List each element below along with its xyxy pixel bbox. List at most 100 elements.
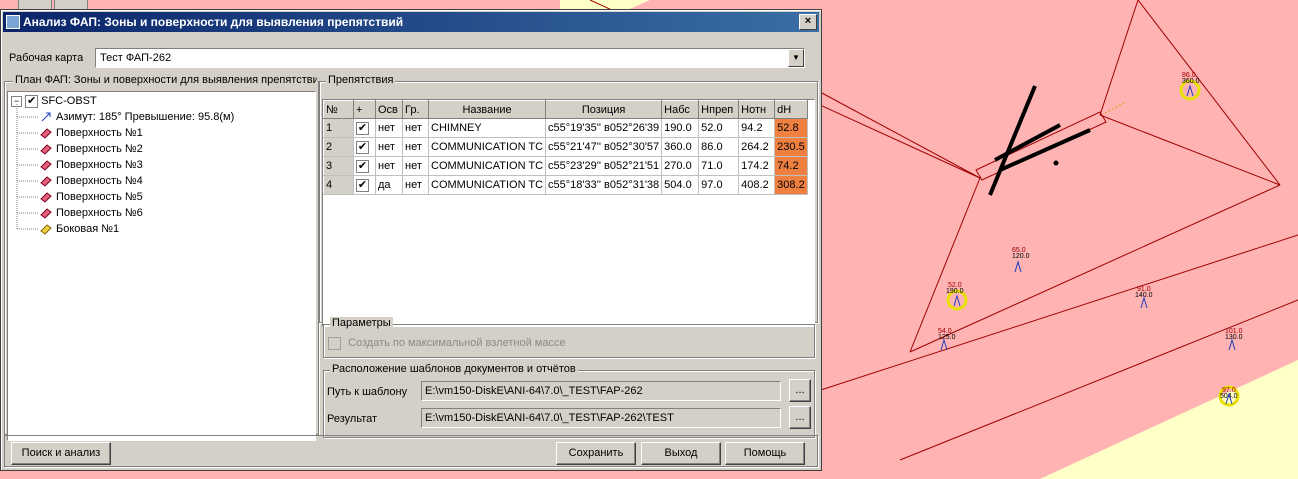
row-checkbox[interactable]: ✔ — [353, 175, 376, 195]
chevron-down-icon[interactable]: ▼ — [788, 49, 804, 67]
col-header-position[interactable]: Позиция — [545, 100, 663, 119]
cell-hprep: 52.0 — [698, 118, 740, 138]
result-path-field[interactable]: E:\vm150-DiskE\ANI-64\7.0\_TEST\FAP-262\… — [421, 408, 781, 428]
tree-item-label: Поверхность №1 — [56, 127, 143, 139]
tree-item-surface-3[interactable]: Поверхность №3 — [40, 157, 143, 173]
row-number: 3 — [323, 156, 354, 176]
cell-group: нет — [402, 156, 429, 176]
tree-item-surface-4[interactable]: Поверхность №4 — [40, 173, 143, 189]
row-checkbox[interactable]: ✔ — [353, 156, 376, 176]
browse-result-button[interactable]: ... — [789, 406, 811, 429]
work-map-value: Тест ФАП-262 — [100, 52, 172, 64]
cell-name: CHIMNEY — [428, 118, 547, 138]
cell-name: COMMUNICATION TC — [428, 137, 547, 157]
obstacles-table[interactable]: № + Осв Гр. Название Позиция Набс Нпреп … — [322, 99, 815, 327]
row-checkbox[interactable]: ✔ — [353, 137, 376, 157]
svg-text:360.0: 360.0 — [1182, 78, 1200, 85]
col-header-dh[interactable]: dH — [774, 100, 808, 119]
table-row[interactable]: 1 ✔ нет нет CHIMNEY с55°19'35'' в052°26'… — [323, 118, 808, 138]
tree-item-surface-5[interactable]: Поверхность №5 — [40, 189, 143, 205]
svg-text:190.0: 190.0 — [946, 288, 964, 295]
dialog-title-bar[interactable]: Анализ ФАП: Зоны и поверхности для выявл… — [3, 12, 819, 32]
tree-item-azimuth[interactable]: Азимут: 185° Превышение: 95.8(м) — [40, 109, 234, 125]
tree-item-label: Поверхность №3 — [56, 159, 143, 171]
max-weight-label: Создать по максимальной взлетной массе — [348, 337, 566, 350]
table-row[interactable]: 2 ✔ нет нет COMMUNICATION TC с55°21'47''… — [323, 137, 808, 157]
tree-item-surface-1[interactable]: Поверхность №1 — [40, 125, 143, 141]
cell-lit: нет — [375, 137, 403, 157]
col-header-number[interactable]: № — [323, 100, 354, 119]
cell-name: COMMUNICATION TC — [428, 175, 547, 195]
cell-hotn: 264.2 — [738, 137, 776, 157]
cell-position: с55°23'29'' в052°21'51 — [545, 156, 663, 176]
tree-item-label: Поверхность №4 — [56, 175, 143, 187]
cell-habs: 190.0 — [661, 118, 700, 138]
row-number: 2 — [323, 137, 354, 157]
cell-hprep: 97.0 — [698, 175, 740, 195]
cell-dh: 230.5 — [774, 137, 808, 157]
svg-text:120.0: 120.0 — [1012, 253, 1030, 260]
close-button[interactable]: × — [799, 14, 817, 30]
search-analyze-button[interactable]: Поиск и анализ — [11, 442, 111, 465]
cell-hprep: 71.0 — [698, 156, 740, 176]
browse-template-button[interactable]: ... — [789, 379, 811, 402]
cell-hotn: 408.2 — [738, 175, 776, 195]
cell-habs: 504.0 — [661, 175, 700, 195]
cell-hotn: 174.2 — [738, 156, 776, 176]
tree-item-label: Поверхность №2 — [56, 143, 143, 155]
table-header-row: № + Осв Гр. Название Позиция Набс Нпреп … — [323, 100, 808, 119]
row-number: 1 — [323, 118, 354, 138]
plan-group-title: План ФАП: Зоны и поверхности для выявлен… — [13, 74, 317, 86]
work-map-select[interactable]: Тест ФАП-262 ▼ — [95, 48, 805, 68]
col-header-group[interactable]: Гр. — [402, 100, 429, 119]
cell-name: COMMUNICATION TC — [428, 156, 547, 176]
cell-position: с55°18'33'' в052°31'38 — [545, 175, 663, 195]
cell-dh: 308.2 — [774, 175, 808, 195]
template-path-field[interactable]: E:\vm150-DiskE\ANI-64\7.0\_TEST\FAP-262 — [421, 381, 781, 401]
cell-habs: 360.0 — [661, 137, 700, 157]
col-header-plus[interactable]: + — [353, 100, 376, 119]
max-weight-option[interactable]: Создать по максимальной взлетной массе — [328, 337, 566, 350]
dialog-title: Анализ ФАП: Зоны и поверхности для выявл… — [23, 15, 404, 29]
cell-group: нет — [402, 137, 429, 157]
cell-position: с55°19'35'' в052°26'39 — [545, 118, 663, 138]
exit-button[interactable]: Выход — [641, 442, 721, 465]
table-row[interactable]: 4 ✔ да нет COMMUNICATION TC с55°18'33'' … — [323, 175, 808, 195]
col-header-hprep[interactable]: Нпреп — [698, 100, 740, 119]
result-path-label: Результат — [327, 413, 378, 425]
cell-lit: да — [375, 175, 403, 195]
tree-item-label: Поверхность №5 — [56, 191, 143, 203]
cell-habs: 270.0 — [661, 156, 700, 176]
plan-tree[interactable]: − ✔ SFC-OBST Азимут: 185° Превышение: 95… — [7, 91, 316, 441]
svg-text:130.0: 130.0 — [1225, 334, 1243, 341]
app-icon — [6, 15, 20, 29]
max-weight-checkbox[interactable] — [328, 337, 341, 350]
col-header-hotn[interactable]: Нотн — [738, 100, 776, 119]
cell-hprep: 86.0 — [698, 137, 740, 157]
cell-lit: нет — [375, 118, 403, 138]
cell-group: нет — [402, 118, 429, 138]
save-button[interactable]: Сохранить — [556, 442, 636, 465]
tree-item-label: Поверхность №6 — [56, 207, 143, 219]
tree-item-side-1[interactable]: Боковая №1 — [40, 221, 119, 237]
tree-item-surface-6[interactable]: Поверхность №6 — [40, 205, 143, 221]
help-button[interactable]: Помощь — [725, 442, 805, 465]
table-row[interactable]: 3 ✔ нет нет COMMUNICATION TC с55°23'29''… — [323, 156, 808, 176]
row-number: 4 — [323, 175, 354, 195]
templates-group-title: Расположение шаблонов документов и отчёт… — [330, 363, 578, 375]
tree-item-surface-2[interactable]: Поверхность №2 — [40, 141, 143, 157]
col-header-habs[interactable]: Набс — [661, 100, 700, 119]
cell-position: с55°21'47'' в052°30'57 — [545, 137, 663, 157]
tree-item-label: Боковая №1 — [56, 223, 120, 235]
params-group: Параметры Создать по максимальной взлетн… — [323, 317, 815, 358]
tree-item-label: Азимут: 185° Превышение: 95.8(м) — [56, 111, 235, 123]
col-header-lit[interactable]: Осв — [375, 100, 403, 119]
cell-dh: 52.8 — [774, 118, 808, 138]
row-checkbox[interactable]: ✔ — [353, 118, 376, 138]
reference-point — [1053, 160, 1059, 166]
work-map-label: Рабочая карта — [9, 52, 84, 64]
template-path-label: Путь к шаблону — [327, 386, 408, 398]
fap-analysis-dialog: Анализ ФАП: Зоны и поверхности для выявл… — [0, 9, 822, 471]
cell-lit: нет — [375, 156, 403, 176]
col-header-name[interactable]: Название — [427, 100, 547, 119]
